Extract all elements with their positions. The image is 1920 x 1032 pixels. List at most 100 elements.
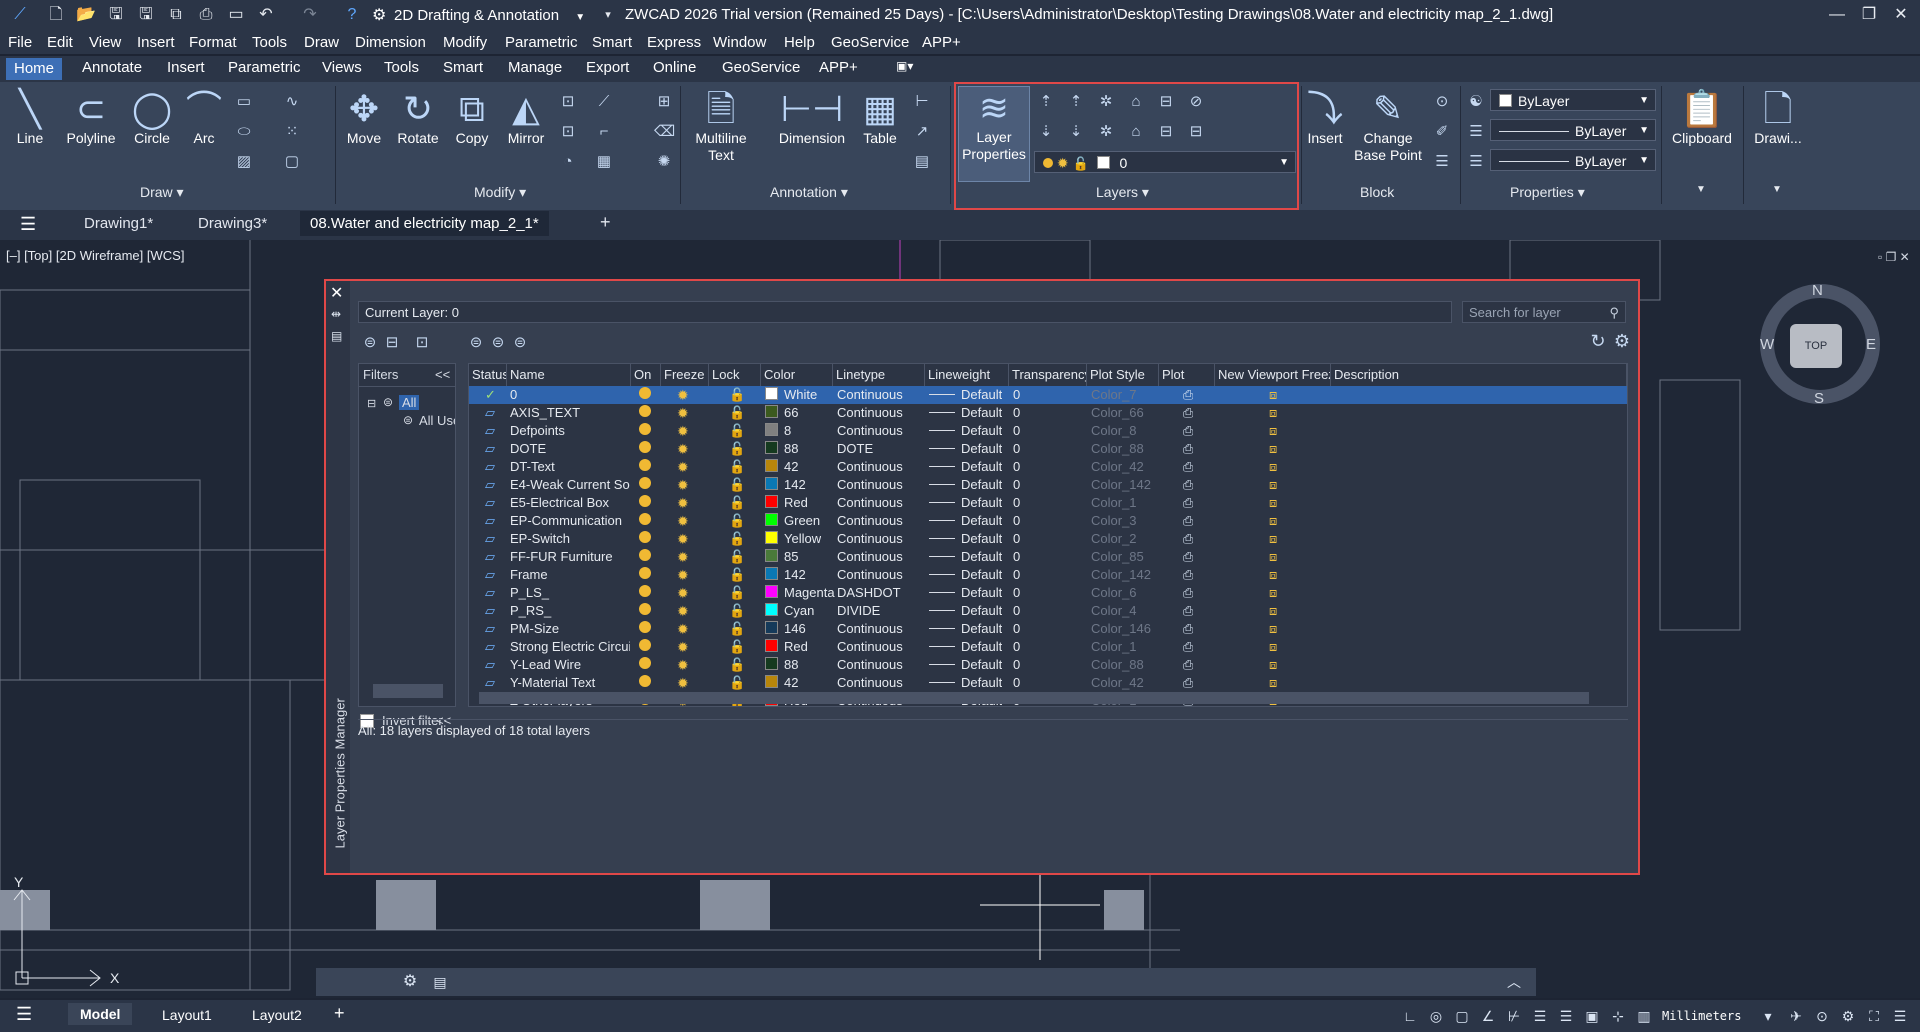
menu-app-plus[interactable]: APP+ — [922, 34, 961, 51]
layer-freeze-sun-icon[interactable]: ✹ — [677, 458, 689, 476]
layer-lineweight[interactable]: Default — [929, 476, 1002, 494]
layer-lock-icon[interactable]: 🔓 — [729, 674, 745, 692]
tab-smart[interactable]: Smart — [443, 59, 483, 76]
model-icon[interactable]: ▣ — [1582, 1006, 1602, 1026]
layer-linetype[interactable]: Continuous — [837, 404, 903, 422]
layer-name[interactable]: AXIS_TEXT — [510, 404, 630, 422]
layers-panel-label[interactable]: Layers ▾ — [1096, 184, 1149, 201]
create-block-icon[interactable]: ⊙ — [1432, 92, 1452, 112]
layer-transparency[interactable]: 0 — [1013, 476, 1020, 494]
layer-tool-8-icon[interactable]: ⇣ — [1066, 122, 1086, 142]
quick-access-menu-icon[interactable]: ▾ — [598, 5, 618, 25]
layer-linetype[interactable]: Continuous — [837, 458, 903, 476]
dyn-icon[interactable]: ⊬ — [1504, 1006, 1524, 1026]
menu-help[interactable]: Help — [784, 34, 815, 51]
fillet-icon[interactable]: ⌐ — [594, 122, 614, 142]
layer-lock-icon[interactable]: 🔓 — [729, 656, 745, 674]
layer-linetype[interactable]: Continuous — [837, 674, 903, 692]
undo-icon[interactable]: ↶ — [256, 5, 276, 25]
layer-name[interactable]: Defpoints — [510, 422, 630, 440]
annotation-panel-label[interactable]: Annotation ▾ — [770, 184, 848, 201]
layer-freeze-sun-icon[interactable]: ✹ — [677, 602, 689, 620]
layer-name[interactable]: FF-FUR Furniture — [510, 548, 630, 566]
properties-panel-label[interactable]: Properties ▾ — [1510, 184, 1585, 201]
layer-lineweight[interactable]: Default — [929, 530, 1002, 548]
otrack-icon[interactable]: ∠ — [1478, 1006, 1498, 1026]
layer-name[interactable]: DT-Text — [510, 458, 630, 476]
menu-dimension[interactable]: Dimension — [355, 34, 426, 51]
layer-vp-freeze-icon[interactable]: ⧈ — [1269, 458, 1277, 476]
tab-manage[interactable]: Manage — [508, 59, 562, 76]
tree-collapse-icon[interactable]: ⊟ — [367, 397, 376, 410]
modify-panel-label[interactable]: Modify ▾ — [474, 184, 526, 201]
layer-search-input[interactable]: Search for layer ⚲ — [1462, 301, 1626, 323]
layer-lineweight[interactable]: Default — [929, 584, 1002, 602]
layer-on-bulb-icon[interactable] — [639, 422, 651, 440]
layer-linetype[interactable]: Continuous — [837, 566, 903, 584]
layer-plot-printer-icon[interactable]: ⎙ — [1183, 674, 1193, 692]
table-style-icon[interactable]: ▤ — [912, 152, 932, 172]
layer-transparency[interactable]: 0 — [1013, 440, 1020, 458]
layer-on-bulb-icon[interactable] — [639, 548, 651, 566]
layer-transparency[interactable]: 0 — [1013, 656, 1020, 674]
customize-icon[interactable]: ☰ — [1890, 1006, 1910, 1026]
layer-name[interactable]: Y-Lead Wire — [510, 656, 630, 674]
column-header-vpf[interactable]: New Viewport Freeze — [1215, 364, 1331, 386]
layer-name[interactable]: P_RS_ — [510, 602, 630, 620]
layer-plot-printer-icon[interactable]: ⎙ — [1183, 638, 1193, 656]
layer-on-bulb-icon[interactable] — [639, 584, 651, 602]
layer-row[interactable]: ⏥ Y-Material Text ✹ 🔓 42 Continuous Default 0 Co… — [469, 674, 1627, 692]
layer-color[interactable]: Cyan — [765, 602, 814, 620]
units-dropdown-icon[interactable]: ▾ — [1758, 1006, 1778, 1026]
viewcube-top-face[interactable]: TOP — [1790, 324, 1842, 368]
draw-panel-label[interactable]: Draw ▾ — [140, 184, 184, 201]
layer-transparency[interactable]: 0 — [1013, 566, 1020, 584]
menu-parametric[interactable]: Parametric — [505, 34, 578, 51]
save-as-icon[interactable]: 🖫 — [136, 5, 156, 25]
layer-vp-freeze-icon[interactable]: ⧈ — [1269, 512, 1277, 530]
layer-tool-1-icon[interactable]: ⇡ — [1036, 92, 1056, 112]
layer-lineweight[interactable]: Default — [929, 566, 1002, 584]
layer-lock-icon[interactable]: 🔓 — [729, 584, 745, 602]
layer-transparency[interactable]: 0 — [1013, 404, 1020, 422]
layer-lineweight[interactable]: Default — [929, 674, 1002, 692]
layer-plot-printer-icon[interactable]: ⎙ — [1183, 422, 1193, 440]
layer-tool-11-icon[interactable]: ⊟ — [1156, 122, 1176, 142]
tab-geoservice[interactable]: GeoService — [722, 59, 800, 76]
layer-name[interactable]: PM-Size — [510, 620, 630, 638]
layer-lock-icon[interactable]: 🔓 — [729, 530, 745, 548]
layer-on-bulb-icon[interactable] — [639, 440, 651, 458]
layer-row[interactable]: ⏥ EP-Switch ✹ 🔓 Yellow Continuous Default 0 Colo… — [469, 530, 1627, 548]
command-expand-icon[interactable]: ︿ — [1504, 972, 1524, 992]
layer-lock-icon[interactable]: 🔓 — [729, 494, 745, 512]
new-group-filter-icon[interactable]: ⊟ — [382, 333, 402, 353]
menu-format[interactable]: Format — [189, 34, 237, 51]
layer-tool-4-icon[interactable]: ⌂ — [1126, 92, 1146, 112]
tab-app-plus[interactable]: APP+ — [819, 59, 858, 76]
layer-on-bulb-icon[interactable] — [639, 674, 651, 692]
layer-color[interactable]: 142 — [765, 566, 806, 584]
layer-linetype[interactable]: Continuous — [837, 656, 903, 674]
layer-transparency[interactable]: 0 — [1013, 386, 1020, 404]
layer-lineweight[interactable]: Default — [929, 602, 1002, 620]
layer-plot-printer-icon[interactable]: ⎙ — [1183, 656, 1193, 674]
insert-block-button[interactable]: ⤵ Insert — [1304, 88, 1346, 147]
column-header-name[interactable]: Name — [507, 364, 631, 386]
layer-color[interactable]: 42 — [765, 458, 798, 476]
layer-row[interactable]: ⏥ Frame ✹ 🔓 142 Continuous Default 0 Color_142 ⎙ ⧈ — [469, 566, 1627, 584]
layer-row[interactable]: ⏥ E4-Weak Current Socket ✹ 🔓 142 Continuous De… — [469, 476, 1627, 494]
menu-window[interactable]: Window — [713, 34, 766, 51]
layer-plot-printer-icon[interactable]: ⎙ — [1183, 620, 1193, 638]
layer-name[interactable]: 0 — [510, 386, 630, 404]
layer-tool-6-icon[interactable]: ⊘ — [1186, 92, 1206, 112]
layer-linetype[interactable]: Continuous — [837, 512, 903, 530]
redo-icon[interactable]: ↷ — [300, 5, 320, 25]
stretch-icon[interactable]: ⊡ — [558, 92, 578, 112]
workspace-select[interactable]: ⚙ 2D Drafting & Annotation ▼ — [372, 5, 585, 27]
layer-vp-freeze-icon[interactable]: ⧈ — [1269, 386, 1277, 404]
layout-tab-model[interactable]: Model — [68, 1003, 133, 1025]
layer-color[interactable]: 42 — [765, 674, 798, 692]
layer-vp-freeze-icon[interactable]: ⧈ — [1269, 638, 1277, 656]
layer-row[interactable]: ⏥ P_LS_ ✹ 🔓 Magenta DASHDOT Default 0 Color_6 ⎙ ⧈ — [469, 584, 1627, 602]
layer-lineweight[interactable]: Default — [929, 458, 1002, 476]
